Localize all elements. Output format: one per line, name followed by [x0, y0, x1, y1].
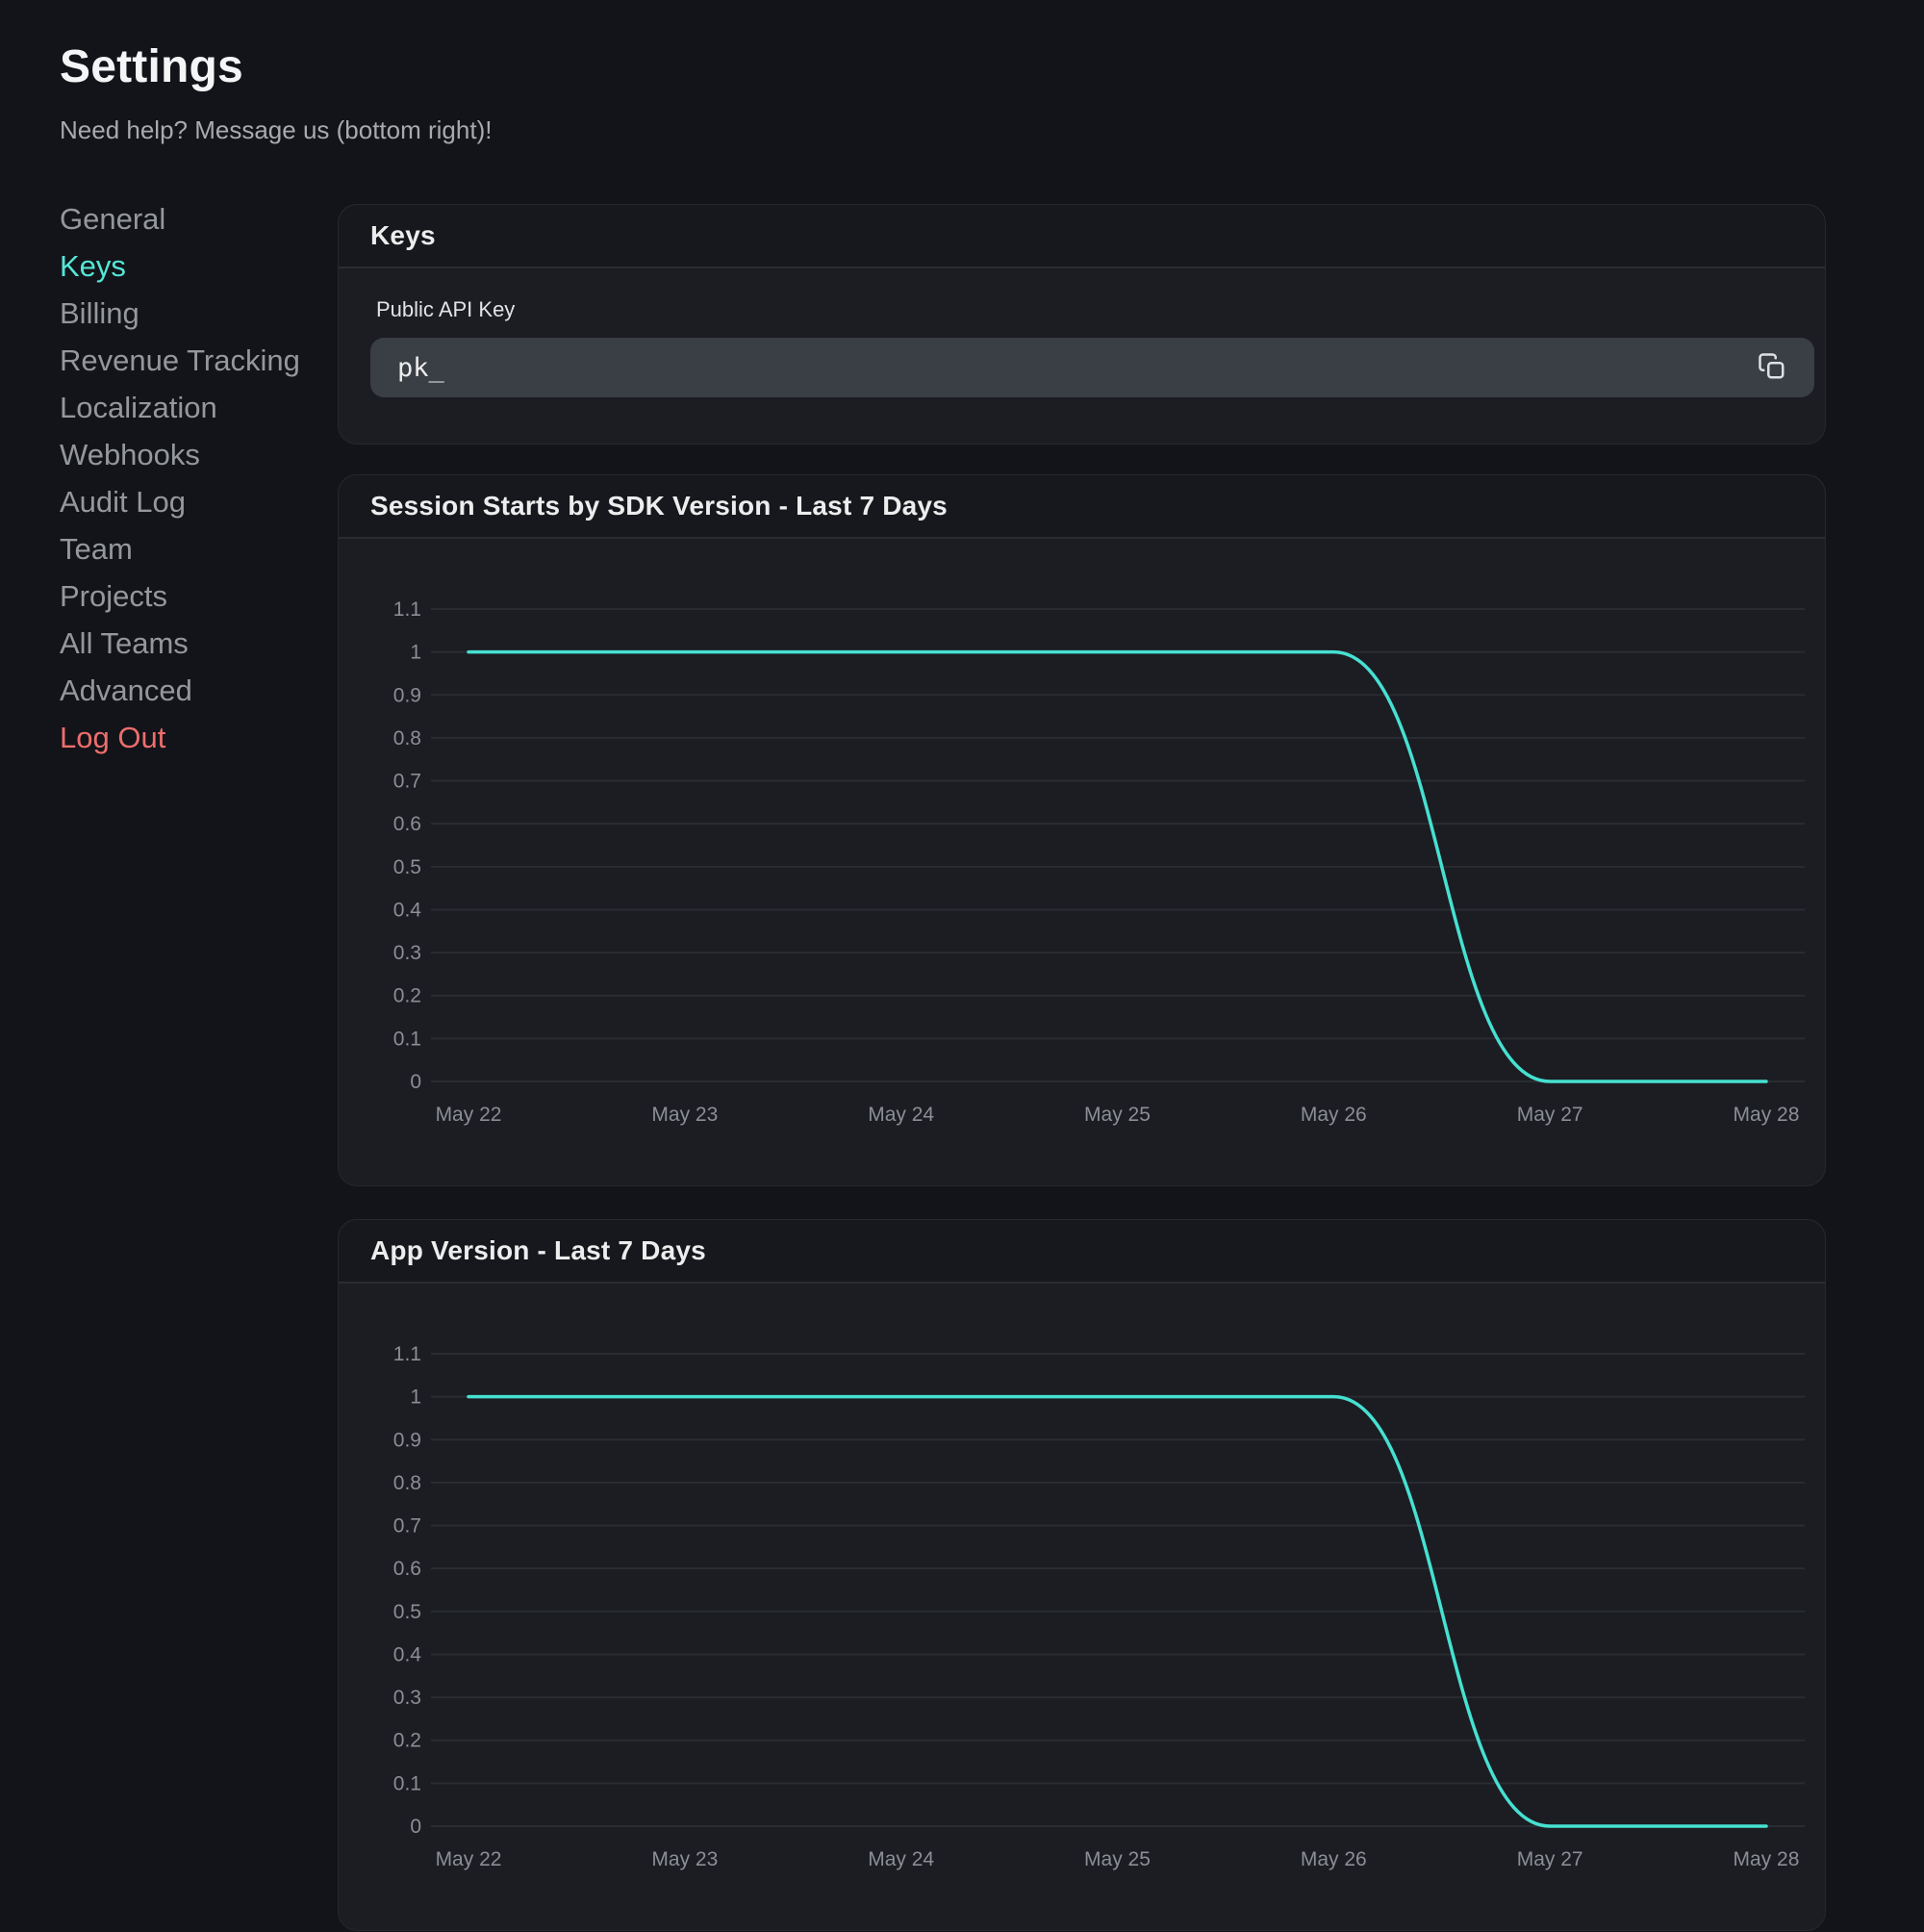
- sidebar-item-advanced[interactable]: Advanced: [60, 667, 310, 714]
- x-tick-label: May 27: [1517, 1848, 1583, 1870]
- public-api-key-input[interactable]: [370, 338, 1814, 397]
- keys-card-title: Keys: [370, 220, 436, 251]
- y-tick-label: 1: [410, 642, 421, 664]
- y-tick-label: 0.9: [393, 1429, 421, 1451]
- sidebar-item-team[interactable]: Team: [60, 525, 310, 572]
- sidebar-item-log-out[interactable]: Log Out: [60, 714, 310, 761]
- x-tick-label: May 26: [1301, 1848, 1367, 1870]
- session-starts-chart-canvas: 0 0.1 0.2 0.3 0.4 0.5 0.6 0.7 0.8 0.9 1 1.1 May 22 Ma…: [339, 539, 1827, 1187]
- sidebar-item-all-teams[interactable]: All Teams: [60, 620, 310, 667]
- y-tick-label: 0.4: [393, 899, 422, 921]
- keys-card-header: Keys: [339, 205, 1825, 268]
- y-tick-label: 1.1: [393, 598, 421, 621]
- y-tick-label: 1.1: [393, 1343, 421, 1365]
- x-tick-label: May 27: [1517, 1104, 1583, 1126]
- sidebar-item-general[interactable]: General: [60, 195, 310, 242]
- sidebar-item-billing[interactable]: Billing: [60, 290, 310, 337]
- public-api-key-field: [370, 338, 1814, 397]
- y-tick-label: 0.6: [393, 1558, 421, 1580]
- y-tick-label: 0: [410, 1071, 421, 1093]
- session-starts-chart-title: Session Starts by SDK Version - Last 7 D…: [370, 491, 948, 521]
- y-tick-label: 0.5: [393, 1601, 421, 1623]
- x-tick-label: May 26: [1301, 1104, 1367, 1126]
- y-tick-label: 0.9: [393, 684, 421, 706]
- y-tick-label: 0.3: [393, 942, 421, 964]
- y-tick-label: 1: [410, 1386, 421, 1409]
- x-tick-label: May 25: [1084, 1104, 1151, 1126]
- x-tick-label: May 22: [436, 1104, 502, 1126]
- x-tick-label: May 25: [1084, 1848, 1151, 1870]
- page-title: Settings: [60, 40, 243, 93]
- y-tick-label: 0.1: [393, 1772, 421, 1794]
- app-version-chart-title: App Version - Last 7 Days: [370, 1235, 706, 1266]
- keys-card: Keys Public API Key: [338, 204, 1826, 445]
- settings-nav: GeneralKeysBillingRevenue TrackingLocali…: [60, 195, 310, 761]
- x-tick-label: May 28: [1734, 1104, 1800, 1126]
- x-tick-label: May 22: [436, 1848, 502, 1870]
- y-tick-label: 0.7: [393, 771, 421, 793]
- sidebar-item-keys[interactable]: Keys: [60, 242, 310, 290]
- x-tick-label: May 24: [868, 1848, 934, 1870]
- sidebar-item-revenue-tracking[interactable]: Revenue Tracking: [60, 337, 310, 384]
- y-tick-label: 0.8: [393, 1472, 421, 1494]
- x-tick-label: May 28: [1734, 1848, 1800, 1870]
- public-api-key-label: Public API Key: [376, 297, 515, 322]
- x-tick-label: May 23: [651, 1848, 718, 1870]
- y-tick-label: 0.3: [393, 1687, 421, 1709]
- app-version-chart-header: App Version - Last 7 Days: [339, 1220, 1825, 1284]
- sidebar-item-audit-log[interactable]: Audit Log: [60, 478, 310, 525]
- copy-icon: [1758, 352, 1786, 384]
- y-tick-label: 0.2: [393, 1730, 421, 1752]
- sidebar-item-projects[interactable]: Projects: [60, 572, 310, 620]
- sidebar-item-localization[interactable]: Localization: [60, 384, 310, 431]
- y-tick-label: 0.6: [393, 813, 421, 835]
- app-version-chart-canvas: 0 0.1 0.2 0.3 0.4 0.5 0.6 0.7 0.8 0.9 1 1.1 May 22 Ma…: [339, 1284, 1827, 1932]
- session-starts-chart-card: Session Starts by SDK Version - Last 7 D…: [338, 474, 1826, 1186]
- sidebar-item-webhooks[interactable]: Webhooks: [60, 431, 310, 478]
- y-tick-label: 0.8: [393, 727, 421, 750]
- y-tick-label: 0: [410, 1816, 421, 1838]
- y-tick-label: 0.5: [393, 856, 421, 878]
- y-tick-label: 0.7: [393, 1515, 421, 1538]
- app-version-chart-card: App Version - Last 7 Days 00.10.20.30.40…: [338, 1219, 1826, 1931]
- x-tick-label: May 23: [651, 1104, 718, 1126]
- x-tick-label: May 24: [868, 1104, 934, 1126]
- y-tick-label: 0.2: [393, 985, 421, 1007]
- session-starts-chart-header: Session Starts by SDK Version - Last 7 D…: [339, 475, 1825, 539]
- y-tick-label: 0.4: [393, 1643, 422, 1665]
- y-tick-label: 0.1: [393, 1028, 421, 1050]
- page-subtitle: Need help? Message us (bottom right)!: [60, 115, 492, 145]
- copy-api-key-button[interactable]: [1751, 346, 1793, 389]
